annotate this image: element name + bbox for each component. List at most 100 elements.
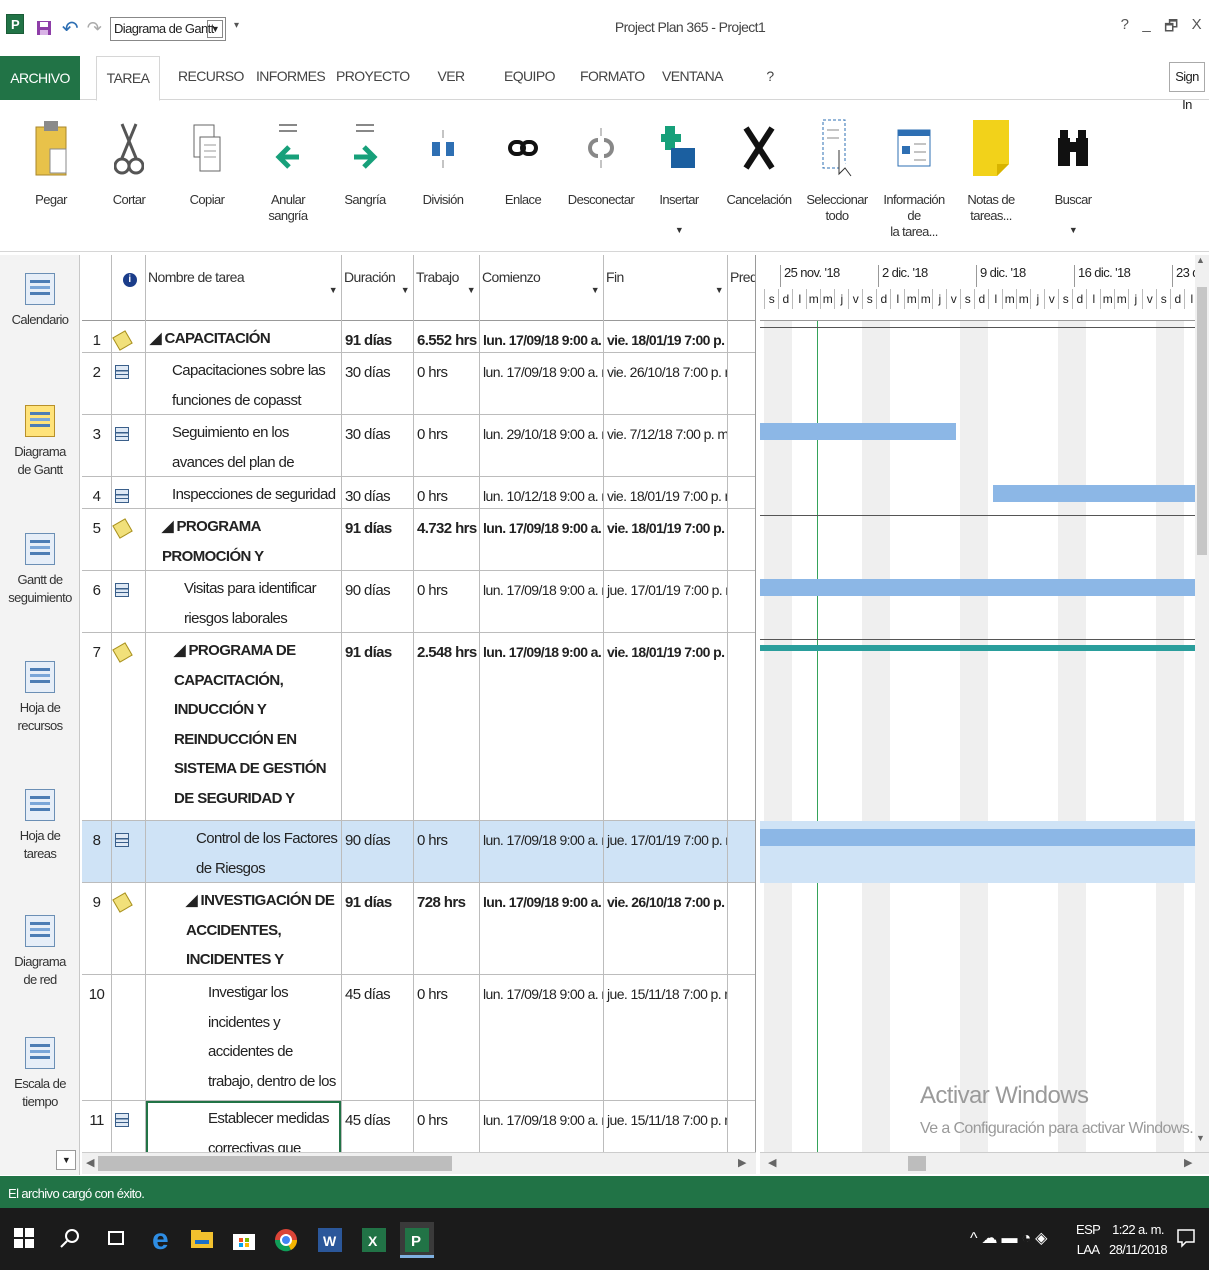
cell-finish[interactable]: vie. 18/01/19 7:00 p. m bbox=[604, 477, 728, 508]
table-row[interactable]: 3 Seguimiento en los avances del plan de … bbox=[82, 415, 755, 477]
cell-start[interactable]: lun. 10/12/18 9:00 a. m bbox=[480, 477, 604, 508]
scroll-up-icon[interactable]: ▲ bbox=[1196, 255, 1205, 265]
edge-browser-icon[interactable]: e bbox=[148, 1225, 172, 1255]
cell-predecessors[interactable] bbox=[728, 821, 755, 882]
cell-duration[interactable]: 45 días bbox=[342, 1101, 414, 1152]
task-info-button[interactable]: Información de la tarea... bbox=[876, 116, 952, 240]
header-predecessors[interactable]: Pred bbox=[728, 255, 755, 321]
restore-button[interactable]: 🗗 bbox=[1164, 16, 1178, 41]
store-icon[interactable] bbox=[232, 1228, 256, 1252]
table-row[interactable]: 8 Control de los Factores de Riesgos 90 dí… bbox=[82, 821, 755, 883]
cancel-button[interactable]: Cancelación bbox=[722, 116, 796, 208]
cell-task-name[interactable]: Inspecciones de seguridad bbox=[146, 477, 342, 508]
save-icon[interactable] bbox=[34, 14, 54, 42]
view-task-sheet[interactable]: Hoja de tareas bbox=[0, 789, 80, 863]
chevron-down-icon[interactable]: ▼ bbox=[467, 285, 476, 295]
scroll-left-icon[interactable]: ◀ bbox=[86, 1156, 94, 1169]
cell-start[interactable]: lun. 17/09/18 9:00 a. m bbox=[480, 571, 604, 632]
cell-task-name[interactable]: Seguimiento en los avances del plan de m… bbox=[146, 415, 342, 476]
cell-start[interactable]: lun. 17/09/18 9:00 a. m bbox=[480, 975, 604, 1100]
cell-duration[interactable]: 91 días bbox=[342, 633, 414, 820]
copy-button[interactable]: Copiar bbox=[170, 116, 244, 208]
windows-start-icon[interactable] bbox=[12, 1228, 36, 1252]
chevron-down-icon[interactable]: ▼ bbox=[329, 285, 338, 295]
cell-finish[interactable]: jue. 17/01/19 7:00 p. m bbox=[604, 571, 728, 632]
header-name[interactable]: Nombre de tarea ▼ bbox=[146, 255, 342, 321]
redo-icon[interactable]: ↷ bbox=[84, 14, 104, 42]
cell-predecessors[interactable] bbox=[728, 571, 755, 632]
tab-informes[interactable]: INFORMES bbox=[256, 68, 326, 84]
chevron-down-icon[interactable]: ▼ bbox=[591, 285, 600, 295]
cell-duration[interactable]: 30 días bbox=[342, 353, 414, 414]
cell-task-name[interactable]: Establecer medidas correctivas que bbox=[146, 1101, 342, 1152]
tab-archivo[interactable]: ARCHIVO bbox=[0, 56, 80, 100]
cell-id[interactable]: 5 bbox=[82, 509, 112, 570]
cell-start[interactable]: lun. 17/09/18 9:00 a. m bbox=[480, 633, 604, 820]
header-finish[interactable]: Fin ▼ bbox=[604, 255, 728, 321]
table-row[interactable]: 10 Investigar los incidentes y accidentes… bbox=[82, 975, 755, 1101]
search-icon[interactable] bbox=[58, 1228, 82, 1252]
cell-duration[interactable]: 91 días bbox=[342, 321, 414, 352]
cell-work[interactable]: 0 hrs bbox=[414, 477, 480, 508]
select-all-button[interactable]: Seleccionar todo bbox=[800, 116, 874, 224]
cell-start[interactable]: lun. 17/09/18 9:00 a. m bbox=[480, 321, 604, 352]
cell-finish[interactable]: vie. 26/10/18 7:00 p. m bbox=[604, 883, 728, 974]
cell-finish[interactable]: vie. 26/10/18 7:00 p. m bbox=[604, 353, 728, 414]
table-row[interactable]: 4 Inspecciones de seguridad 30 días 0 hrs lu… bbox=[82, 477, 755, 509]
view-calendar[interactable]: Calendario bbox=[0, 273, 80, 329]
scroll-right-icon[interactable]: ▶ bbox=[1184, 1156, 1192, 1169]
task-notes-button[interactable]: Notas de tareas... bbox=[954, 116, 1028, 224]
cell-finish[interactable]: vie. 7/12/18 7:00 p. m. bbox=[604, 415, 728, 476]
unlink-button[interactable]: Desconectar bbox=[564, 116, 638, 208]
vertical-scrollbar[interactable]: ▲ ▼ bbox=[1195, 255, 1209, 1152]
cell-duration[interactable]: 90 días bbox=[342, 821, 414, 882]
summary-bar[interactable] bbox=[760, 645, 1209, 651]
app-icon[interactable]: P bbox=[6, 14, 24, 34]
view-select[interactable]: Diagrama de Gantt ▼ bbox=[110, 17, 226, 41]
scroll-down-icon[interactable]: ▼ bbox=[1196, 1133, 1205, 1143]
cell-work[interactable]: 0 hrs bbox=[414, 415, 480, 476]
scroll-right-icon[interactable]: ▶ bbox=[738, 1156, 746, 1169]
table-row[interactable]: 9 ◢ INVESTIGACIÓN DE ACCIDENTES, INCIDENT… bbox=[82, 883, 755, 975]
cell-task-name[interactable]: Visitas para identificar riesgos laboral… bbox=[146, 571, 342, 632]
cell-finish[interactable]: vie. 18/01/19 7:00 p. m bbox=[604, 509, 728, 570]
cell-id[interactable]: 9 bbox=[82, 883, 112, 974]
undo-icon[interactable]: ↶ bbox=[60, 14, 80, 42]
cell-duration[interactable]: 91 días bbox=[342, 883, 414, 974]
word-icon[interactable]: W bbox=[318, 1228, 342, 1252]
cell-task-name[interactable]: ◢ INVESTIGACIÓN DE ACCIDENTES, INCIDENTE… bbox=[146, 883, 342, 974]
tab-proyecto[interactable]: PROYECTO bbox=[336, 68, 410, 84]
language-indicator[interactable]: ESP LAA bbox=[1076, 1220, 1101, 1260]
cell-work[interactable]: 0 hrs bbox=[414, 821, 480, 882]
tab-equipo[interactable]: EQUIPO bbox=[504, 68, 555, 84]
cell-duration[interactable]: 91 días bbox=[342, 509, 414, 570]
insert-button[interactable]: Insertar ▼ bbox=[642, 116, 716, 238]
cell-finish[interactable]: vie. 18/01/19 7:00 p. m bbox=[604, 633, 728, 820]
task-bar[interactable] bbox=[760, 423, 956, 440]
cell-finish[interactable]: vie. 18/01/19 7:00 p. m bbox=[604, 321, 728, 352]
gantt-scroll-thumb[interactable] bbox=[908, 1156, 926, 1171]
task-bar[interactable] bbox=[760, 829, 1209, 846]
minimize-button[interactable]: _ bbox=[1142, 16, 1150, 41]
chrome-icon[interactable] bbox=[274, 1228, 298, 1252]
notifications-icon[interactable] bbox=[1176, 1228, 1196, 1251]
cell-start[interactable]: lun. 17/09/18 9:00 a. m bbox=[480, 821, 604, 882]
cell-task-name[interactable]: Investigar los incidentes y accidentes d… bbox=[146, 975, 342, 1100]
split-button[interactable]: División bbox=[406, 116, 480, 208]
cell-start[interactable]: lun. 17/09/18 9:00 a. m bbox=[480, 883, 604, 974]
cell-work[interactable]: 6.552 hrs bbox=[414, 321, 480, 352]
tab-formato[interactable]: FORMATO bbox=[580, 68, 645, 84]
tab-ventana[interactable]: VENTANA bbox=[662, 68, 723, 84]
cell-task-name[interactable]: ◢ CAPACITACIÓN COPASST / VIGÍA bbox=[146, 321, 342, 352]
cell-task-name[interactable]: Control de los Factores de Riesgos bbox=[146, 821, 342, 882]
task-bar[interactable] bbox=[760, 579, 1209, 596]
cell-finish[interactable]: jue. 17/01/19 7:00 p. m bbox=[604, 821, 728, 882]
cell-id[interactable]: 1 bbox=[82, 321, 112, 352]
cell-predecessors[interactable] bbox=[728, 883, 755, 974]
view-gantt[interactable]: Diagrama de Gantt bbox=[0, 405, 80, 479]
find-button[interactable]: Buscar ▼ bbox=[1036, 116, 1110, 238]
cell-id[interactable]: 10 bbox=[82, 975, 112, 1100]
cell-duration[interactable]: 30 días bbox=[342, 477, 414, 508]
scroll-left-icon[interactable]: ◀ bbox=[768, 1156, 776, 1169]
header-id[interactable] bbox=[82, 255, 112, 321]
